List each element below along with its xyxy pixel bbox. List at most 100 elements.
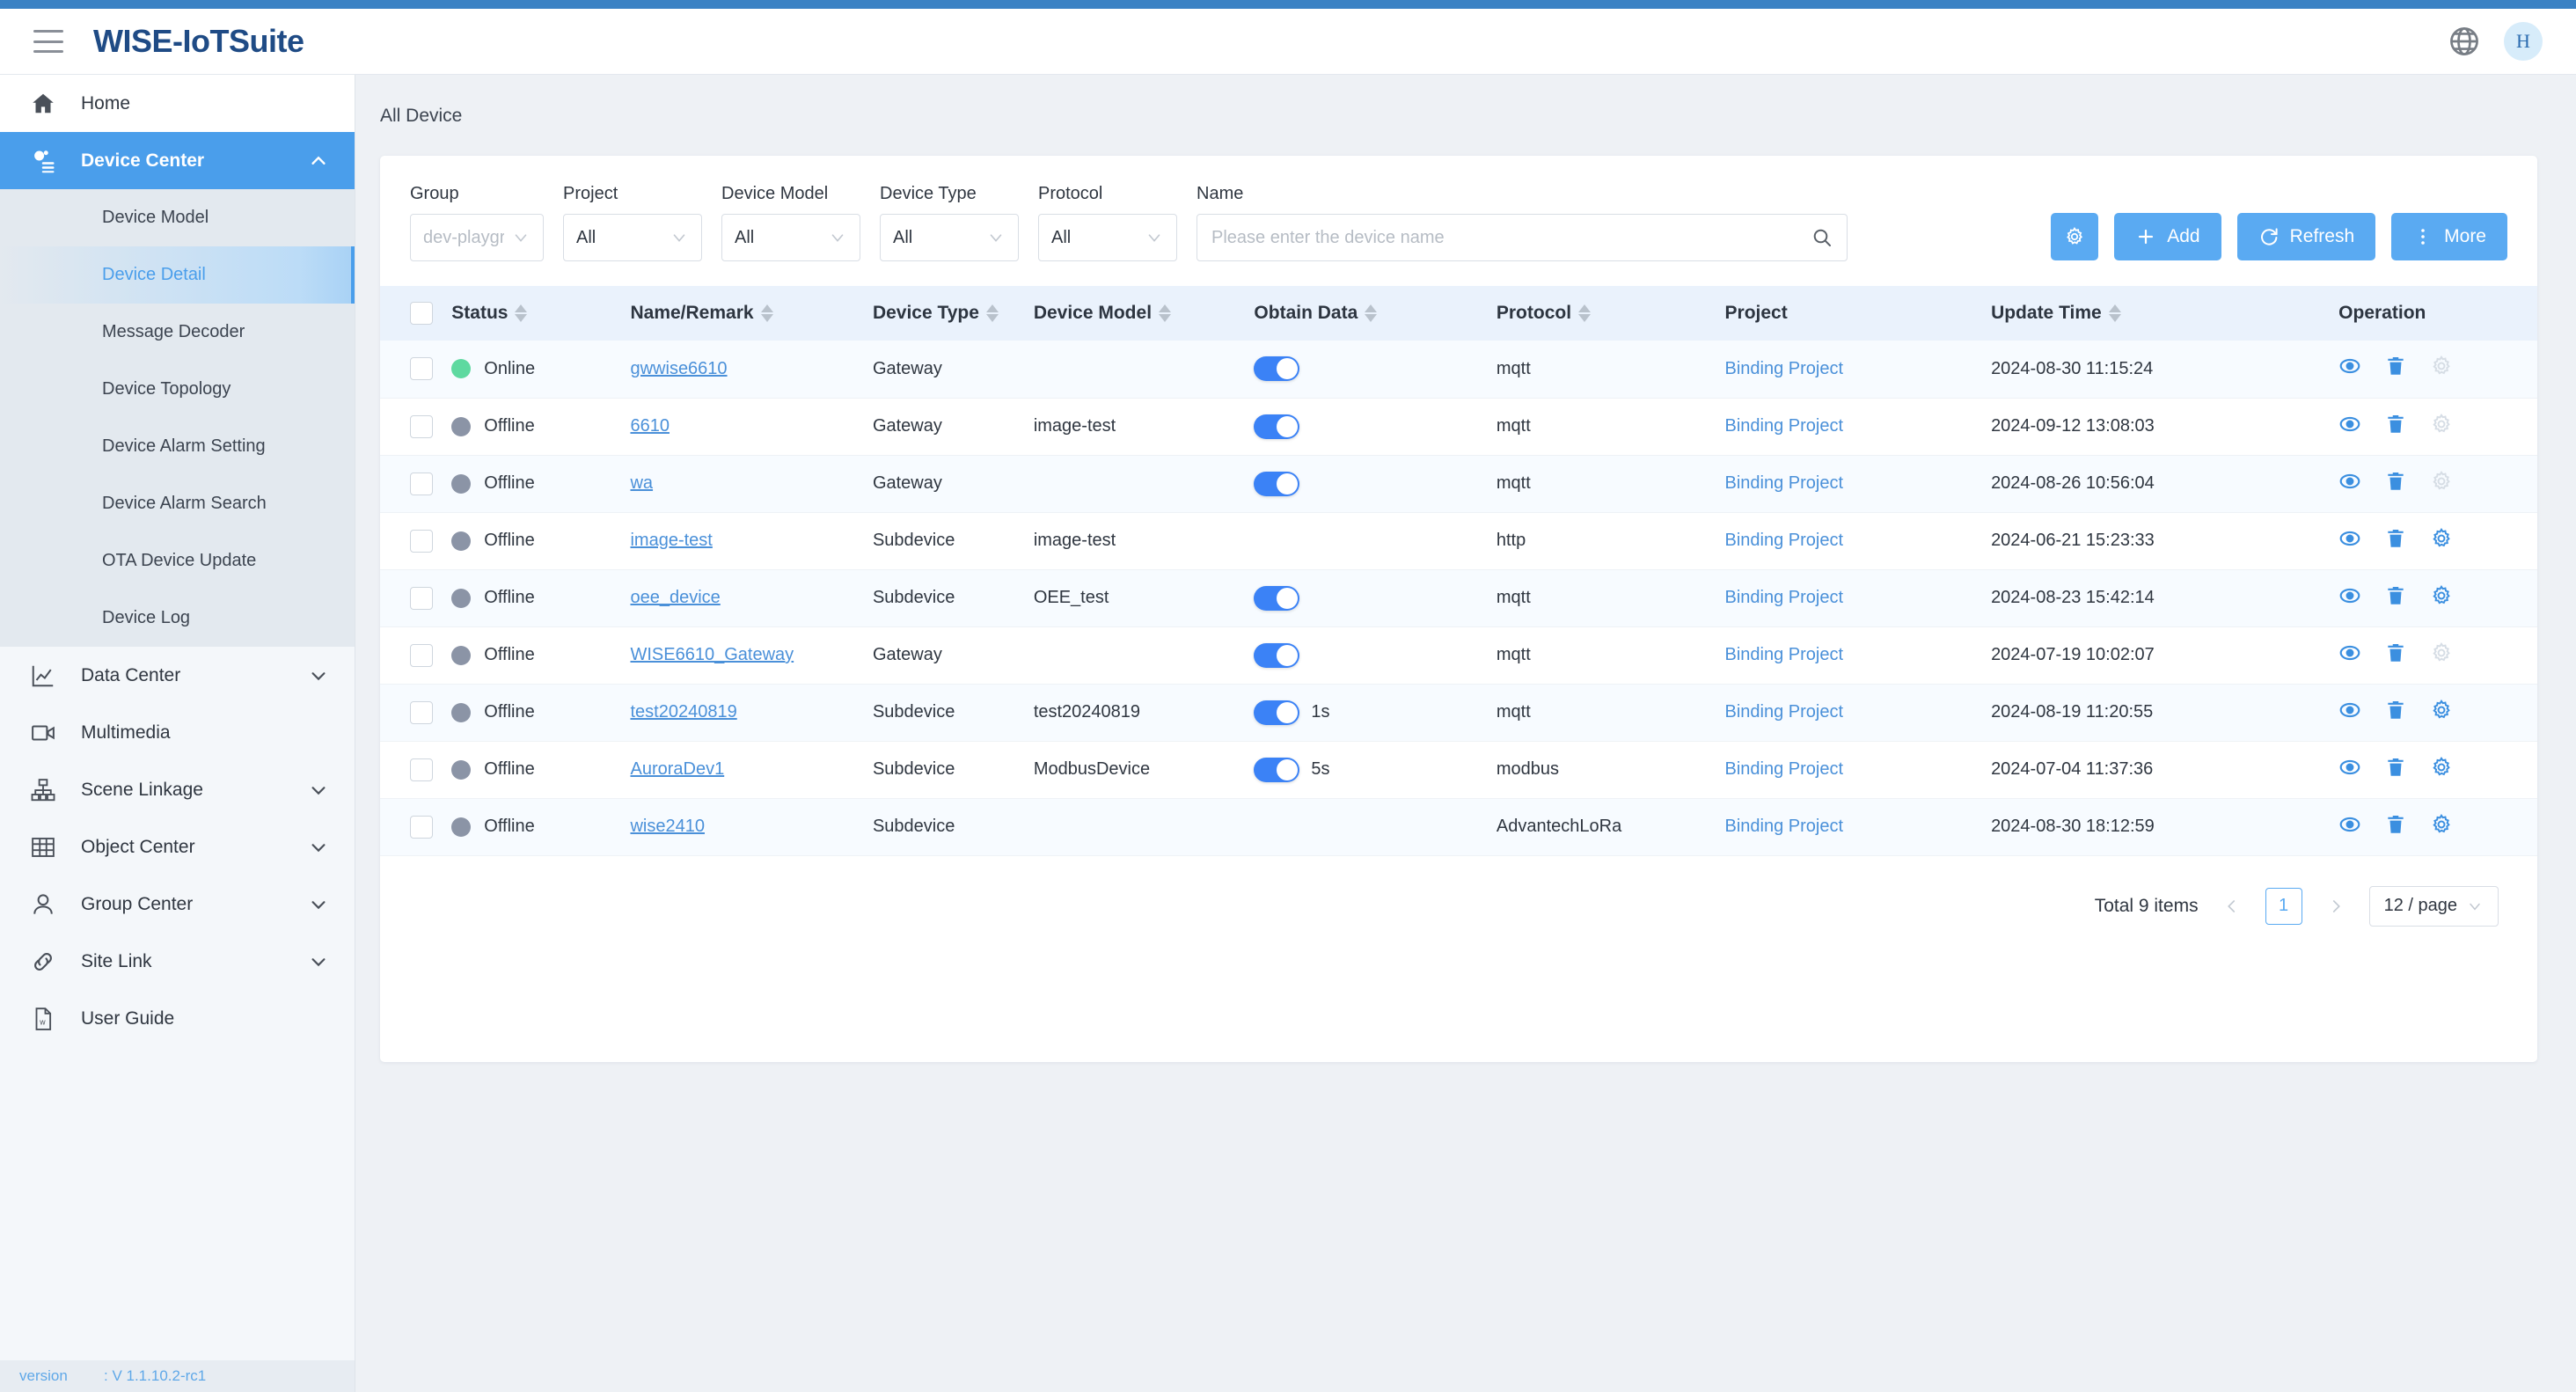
hamburger-icon[interactable]: [33, 30, 63, 53]
prev-page-button[interactable]: [2216, 890, 2248, 922]
configure-device-button[interactable]: [2430, 756, 2453, 784]
page-number-1[interactable]: 1: [2265, 887, 2302, 925]
sidebar-subitem-device-log[interactable]: Device Log: [0, 590, 355, 647]
delete-device-button[interactable]: [2384, 584, 2407, 612]
sort-icon[interactable]: [985, 304, 999, 322]
row-checkbox[interactable]: [410, 758, 433, 781]
sidebar-subitem-message-decoder[interactable]: Message Decoder: [0, 304, 355, 361]
configure-device-button[interactable]: [2430, 470, 2453, 498]
delete-device-button[interactable]: [2384, 355, 2407, 383]
column-header-device-type[interactable]: Device Type: [872, 286, 1034, 341]
row-checkbox[interactable]: [410, 414, 433, 438]
delete-device-button[interactable]: [2384, 641, 2407, 670]
device-type-select[interactable]: All: [880, 214, 1019, 261]
view-device-button[interactable]: [2338, 699, 2361, 727]
configure-device-button[interactable]: [2430, 584, 2453, 612]
settings-button[interactable]: [2051, 213, 2099, 260]
obtain-data-toggle[interactable]: [1254, 700, 1300, 725]
sidebar-item-group-center[interactable]: Group Center: [0, 875, 355, 933]
device-name-link[interactable]: gwwise6610: [630, 359, 727, 378]
next-page-button[interactable]: [2320, 890, 2352, 922]
binding-project-link[interactable]: Binding Project: [1725, 759, 1844, 779]
view-device-button[interactable]: [2338, 413, 2361, 441]
configure-device-button[interactable]: [2430, 355, 2453, 383]
device-name-link[interactable]: WISE6610_Gateway: [630, 645, 794, 664]
binding-project-link[interactable]: Binding Project: [1725, 359, 1844, 378]
sidebar-subitem-device-alarm-setting[interactable]: Device Alarm Setting: [0, 418, 355, 475]
delete-device-button[interactable]: [2384, 813, 2407, 841]
obtain-data-toggle[interactable]: [1254, 471, 1300, 496]
column-header-status[interactable]: Status: [451, 286, 631, 341]
sidebar-subitem-ota-device-update[interactable]: OTA Device Update: [0, 532, 355, 590]
binding-project-link[interactable]: Binding Project: [1725, 588, 1844, 607]
search-icon[interactable]: [1811, 227, 1833, 248]
device-name-link[interactable]: test20240819: [630, 702, 736, 722]
obtain-data-toggle[interactable]: [1254, 585, 1300, 611]
binding-project-link[interactable]: Binding Project: [1725, 531, 1844, 550]
add-button[interactable]: Add: [2114, 213, 2221, 260]
configure-device-button[interactable]: [2430, 699, 2453, 727]
binding-project-link[interactable]: Binding Project: [1725, 702, 1844, 722]
view-device-button[interactable]: [2338, 813, 2361, 841]
sidebar-item-scene-linkage[interactable]: Scene Linkage: [0, 761, 355, 818]
binding-project-link[interactable]: Binding Project: [1725, 817, 1844, 836]
delete-device-button[interactable]: [2384, 413, 2407, 441]
device-name-link[interactable]: oee_device: [630, 588, 720, 607]
protocol-select[interactable]: All: [1038, 214, 1177, 261]
sort-icon[interactable]: [760, 304, 773, 322]
device-name-link[interactable]: wa: [630, 473, 653, 493]
page-size-select[interactable]: 12 / page: [2368, 885, 2499, 927]
column-header-obtain-data[interactable]: Obtain Data: [1254, 286, 1497, 341]
device-model-select[interactable]: All: [721, 214, 860, 261]
obtain-data-toggle[interactable]: [1254, 757, 1300, 782]
view-device-button[interactable]: [2338, 527, 2361, 555]
sidebar-subitem-device-model[interactable]: Device Model: [0, 189, 355, 246]
device-name-link[interactable]: wise2410: [630, 817, 705, 836]
column-header-update-time[interactable]: Update Time: [1991, 286, 2339, 341]
group-select[interactable]: dev-playgro...: [410, 214, 544, 261]
binding-project-link[interactable]: Binding Project: [1725, 645, 1844, 664]
device-name-link[interactable]: AuroraDev1: [630, 759, 724, 779]
refresh-button[interactable]: Refresh: [2236, 213, 2376, 260]
sort-icon[interactable]: [1159, 304, 1172, 322]
device-name-link[interactable]: image-test: [630, 531, 712, 550]
obtain-data-toggle[interactable]: [1254, 414, 1300, 439]
configure-device-button[interactable]: [2430, 413, 2453, 441]
row-checkbox[interactable]: [410, 586, 433, 610]
sidebar-item-object-center[interactable]: Object Center: [0, 818, 355, 875]
sort-icon[interactable]: [515, 304, 528, 322]
view-device-button[interactable]: [2338, 355, 2361, 383]
obtain-data-toggle[interactable]: [1254, 356, 1300, 382]
row-checkbox[interactable]: [410, 529, 433, 553]
column-header-device-model[interactable]: Device Model: [1033, 286, 1255, 341]
row-checkbox[interactable]: [410, 472, 433, 495]
device-name-link[interactable]: 6610: [630, 416, 670, 436]
delete-device-button[interactable]: [2384, 756, 2407, 784]
configure-device-button[interactable]: [2430, 813, 2453, 841]
sidebar-subitem-device-detail[interactable]: Device Detail: [0, 246, 355, 304]
sort-icon[interactable]: [1578, 304, 1592, 322]
select-all-checkbox[interactable]: [410, 302, 433, 325]
obtain-data-toggle[interactable]: [1254, 642, 1300, 668]
sort-icon[interactable]: [1365, 304, 1378, 322]
more-button[interactable]: More: [2391, 213, 2507, 260]
sidebar-item-device-center[interactable]: Device Center: [0, 132, 355, 189]
sidebar-subitem-device-alarm-search[interactable]: Device Alarm Search: [0, 475, 355, 532]
sidebar-item-multimedia[interactable]: Multimedia: [0, 704, 355, 761]
row-checkbox[interactable]: [410, 357, 433, 381]
view-device-button[interactable]: [2338, 756, 2361, 784]
sidebar-item-data-center[interactable]: Data Center: [0, 647, 355, 704]
row-checkbox[interactable]: [410, 643, 433, 667]
sidebar-item-site-link[interactable]: Site Link: [0, 933, 355, 990]
sort-icon[interactable]: [2108, 304, 2121, 322]
delete-device-button[interactable]: [2384, 527, 2407, 555]
binding-project-link[interactable]: Binding Project: [1725, 416, 1844, 436]
search-input[interactable]: [1211, 227, 1811, 248]
delete-device-button[interactable]: [2384, 699, 2407, 727]
view-device-button[interactable]: [2338, 641, 2361, 670]
delete-device-button[interactable]: [2384, 470, 2407, 498]
configure-device-button[interactable]: [2430, 527, 2453, 555]
configure-device-button[interactable]: [2430, 641, 2453, 670]
row-checkbox[interactable]: [410, 815, 433, 839]
sidebar-item-user-guide[interactable]: w User Guide: [0, 990, 355, 1047]
